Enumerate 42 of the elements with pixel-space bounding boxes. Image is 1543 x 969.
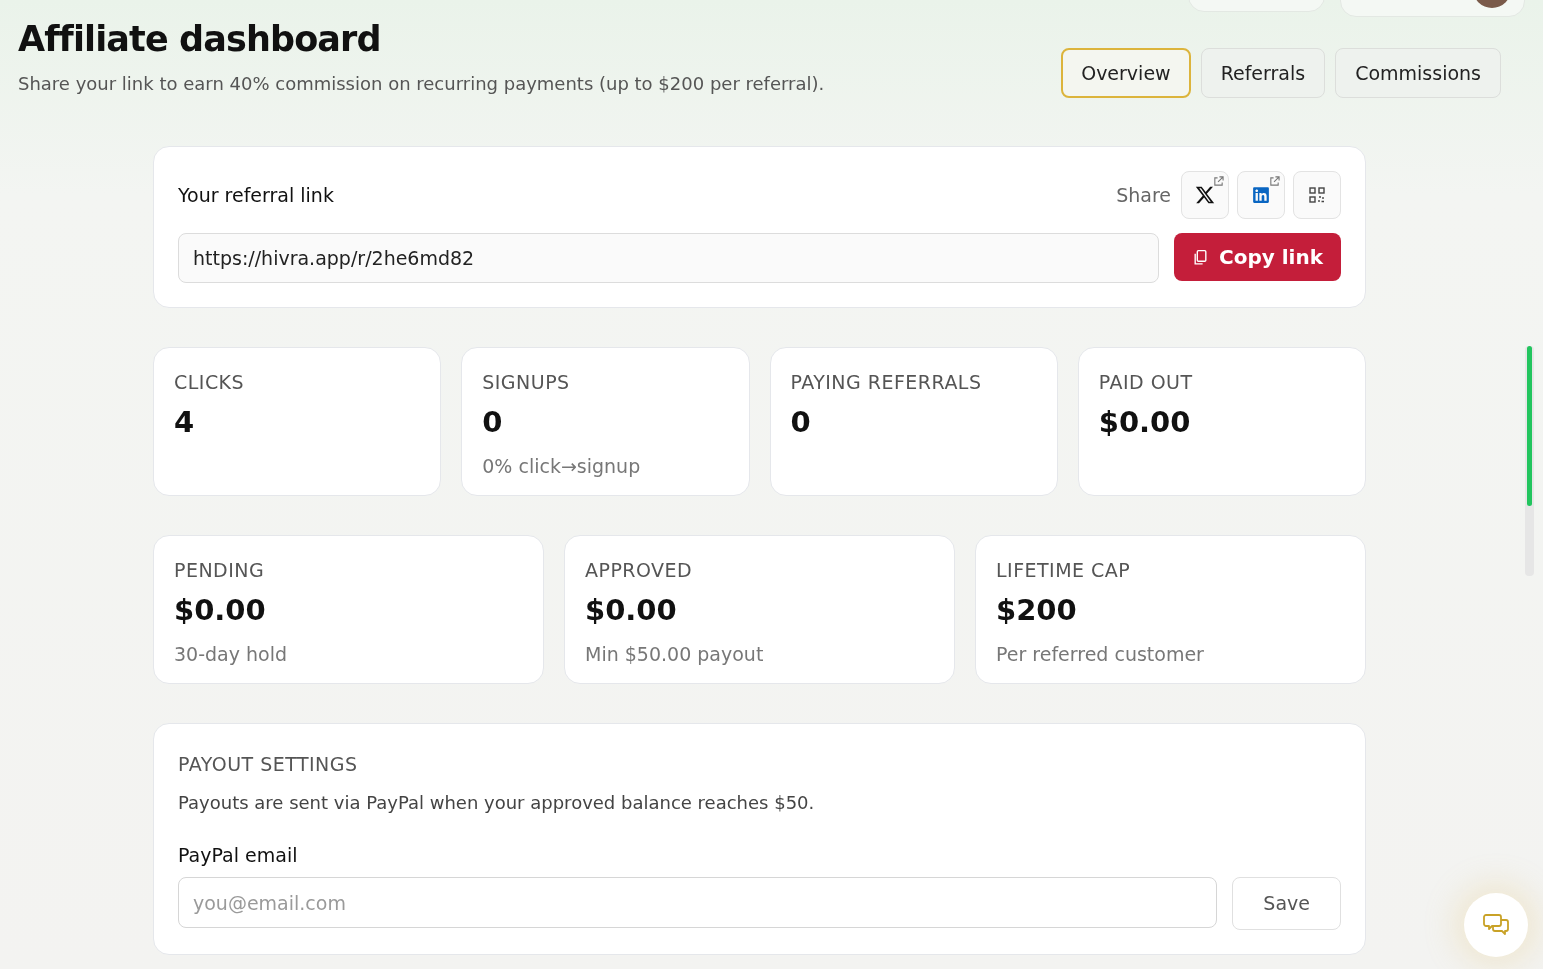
stat-value: $0.00 xyxy=(174,591,267,629)
payout-title: PAYOUT SETTINGS xyxy=(178,752,359,777)
stat-note: Min $50.00 payout xyxy=(585,642,765,667)
referral-link-field[interactable]: https://hivra.app/r/2he6md82 xyxy=(178,233,1159,283)
stat-value: $200 xyxy=(996,591,1078,629)
qr-code-icon xyxy=(1309,187,1325,203)
copy-link-button[interactable]: Copy link xyxy=(1174,233,1341,281)
stat-label: LIFETIME CAP xyxy=(996,558,1132,583)
page-subtitle: Share your link to earn 40% commission on recurring payments (up to $200 per referral). xyxy=(18,72,825,96)
stat-label: APPROVED xyxy=(585,558,694,583)
field-label: PayPal email xyxy=(178,842,299,868)
save-button[interactable]: Save xyxy=(1232,877,1341,930)
stat-value: 4 xyxy=(174,403,196,441)
stat-note: 30-day hold xyxy=(174,642,289,667)
stat-value: 0 xyxy=(482,403,504,441)
stat-value: 0 xyxy=(790,403,812,441)
stat-note: Per referred customer xyxy=(996,642,1205,667)
share-label: Share xyxy=(1116,182,1171,208)
external-link-icon xyxy=(1213,176,1224,187)
stat-label: SIGNUPS xyxy=(482,370,571,395)
referral-title: Your referral link xyxy=(178,182,334,208)
tab[interactable]: Overview xyxy=(1061,48,1191,98)
stat-value: $0.00 xyxy=(585,591,678,629)
x-logo-icon xyxy=(1195,185,1215,205)
stat-value: $0.00 xyxy=(1098,403,1192,441)
share-linkedin-button[interactable] xyxy=(1237,171,1285,219)
page-title: Affiliate dashboard xyxy=(18,18,382,60)
payout-description: Payouts are sent via PayPal when your approved balance reaches $50. xyxy=(178,790,816,815)
external-link-icon xyxy=(1269,176,1280,187)
share-x-button[interactable] xyxy=(1181,171,1229,219)
qr-code-button[interactable] xyxy=(1293,171,1341,219)
tab[interactable]: Referrals xyxy=(1200,48,1326,98)
paypal-email-field[interactable]: you@email.com xyxy=(178,877,1218,928)
stat-label: PAYING REFERRALS xyxy=(790,370,983,395)
linkedin-logo-icon xyxy=(1252,186,1270,204)
stat-label: CLICKS xyxy=(174,370,246,395)
chat-bubbles-icon xyxy=(1483,913,1509,937)
stat-note: 0% click→signup xyxy=(482,454,642,479)
copy-icon xyxy=(1192,248,1209,266)
stat-label: PAID OUT xyxy=(1098,370,1194,395)
tab[interactable]: Commissions xyxy=(1335,48,1501,98)
stat-label: PENDING xyxy=(174,558,266,583)
